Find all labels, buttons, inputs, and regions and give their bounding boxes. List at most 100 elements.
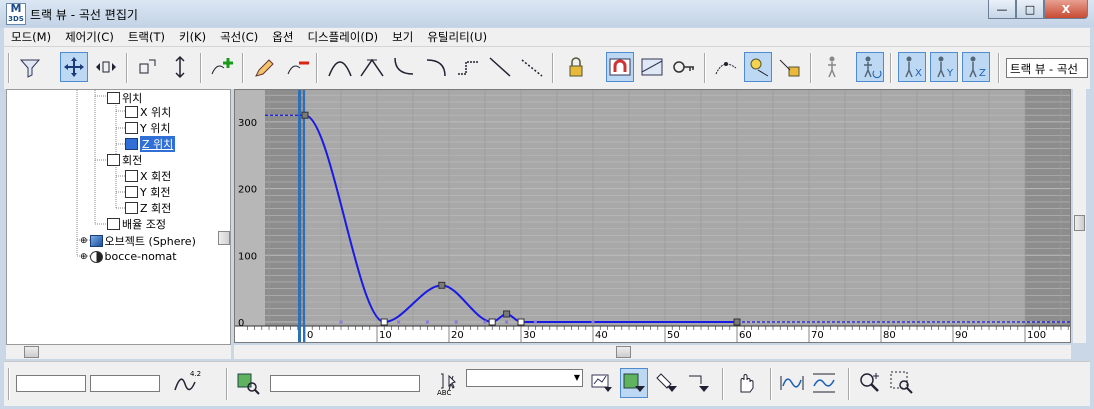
edit-track-set-button[interactable]: ABC: [434, 368, 462, 398]
tree-node-z-position[interactable]: Z 위치: [125, 135, 176, 152]
tree-node-rotation[interactable]: 회전: [107, 152, 142, 167]
tree-node-y-rotation[interactable]: Y 회전: [125, 184, 170, 199]
tree-vertical-scrollbar[interactable]: [218, 90, 230, 344]
tree-horizontal-scrollbar[interactable]: [6, 345, 231, 359]
title-bar[interactable]: M 3DS 트랙 뷰 - 곡선 편집기 — □ X: [0, 0, 1094, 27]
biped-move-button[interactable]: [820, 52, 848, 82]
pan-button[interactable]: [732, 368, 760, 398]
zoom-button[interactable]: [856, 368, 884, 398]
time-slider: [298, 90, 301, 342]
add-keys-button[interactable]: [208, 52, 236, 82]
app-icon[interactable]: M 3DS: [6, 3, 26, 25]
y-tick-label: 300: [238, 118, 257, 129]
tree-node-position[interactable]: 위치: [107, 90, 142, 105]
tree-node-scale[interactable]: 배율 조정: [107, 216, 166, 231]
curve-track-icon: [125, 137, 138, 150]
graph-horizontal-scrollbar[interactable]: [234, 345, 1071, 359]
track-view-name-field[interactable]: 트랙 뷰 - 곡선: [1006, 58, 1088, 78]
tree-node-z-rotation[interactable]: Z 회전: [125, 200, 171, 215]
key-stats-button[interactable]: 4.2: [172, 368, 201, 398]
tree-node-x-rotation[interactable]: X 회전: [125, 168, 171, 183]
maximize-button[interactable]: □: [1016, 0, 1044, 19]
menu-utilities[interactable]: 유틸리티(U): [420, 28, 494, 46]
frame-field[interactable]: [16, 375, 86, 392]
material-icon: [89, 250, 103, 263]
expand-plus-icon[interactable]: ⊕: [80, 236, 88, 246]
position-track-icon: [107, 91, 120, 104]
filter-animated-button[interactable]: [652, 368, 680, 398]
show-keyable-button[interactable]: [670, 52, 698, 82]
lock-handles-button[interactable]: [776, 52, 804, 82]
expand-plus-icon[interactable]: ⊕: [80, 252, 88, 262]
toolbar-separator: [998, 53, 1000, 83]
tree-node-material[interactable]: ⊕ bocce-nomat: [80, 249, 177, 264]
filter-selected-tracks-button[interactable]: [588, 368, 616, 398]
frame-horizontal-extents-button[interactable]: [778, 368, 806, 398]
graph-vertical-scrollbar[interactable]: [1073, 89, 1086, 343]
move-keys-button[interactable]: [60, 52, 88, 82]
zoom-region-button[interactable]: [888, 368, 916, 398]
show-tangents-button[interactable]: [712, 52, 740, 82]
value-field[interactable]: [90, 375, 160, 392]
filter-button[interactable]: [16, 52, 44, 82]
biped-z-button[interactable]: Z: [962, 52, 990, 82]
tangent-fast-button[interactable]: [390, 52, 418, 82]
filter-selected-objects-button[interactable]: [620, 368, 648, 398]
track-set-dropdown[interactable]: ▼: [466, 369, 583, 387]
window-title: 트랙 뷰 - 곡선 편집기: [30, 8, 138, 22]
tangent-slow-button[interactable]: [422, 52, 450, 82]
tangent-handle: [397, 320, 401, 324]
curve-graph-canvas[interactable]: 30020010000 10 20 30 40 50 60 70 80 90 100: [235, 90, 1071, 343]
tree-scroll-thumb[interactable]: [218, 231, 230, 245]
graph-hscroll-thumb[interactable]: [616, 346, 631, 358]
lock-selection-button[interactable]: [562, 52, 590, 82]
frame-value-extents-button[interactable]: [810, 368, 838, 398]
snap-frames-button[interactable]: [606, 52, 634, 82]
biped-y-button[interactable]: Y: [930, 52, 958, 82]
toolbar-separator: [770, 368, 772, 400]
menu-view[interactable]: 보기: [385, 28, 420, 46]
tangent-handle: [505, 320, 509, 324]
lock-tangents-button[interactable]: [744, 52, 772, 82]
scale-keys-button[interactable]: [134, 52, 162, 82]
menu-track[interactable]: 트랙(T): [121, 28, 172, 46]
menu-display[interactable]: 디스플레이(D): [300, 28, 385, 46]
draw-curves-button[interactable]: [252, 52, 280, 82]
biped-x-button[interactable]: X: [898, 52, 926, 82]
toolbar-separator: [552, 53, 554, 83]
x-tick-label: 80: [883, 330, 896, 341]
menu-options[interactable]: 옵션: [265, 28, 300, 46]
select-by-name-field[interactable]: [270, 375, 420, 392]
curve-key: [488, 318, 496, 326]
parameter-curve-button[interactable]: [638, 52, 666, 82]
curve-graph[interactable]: 300 200 100 0 0 10 20 30 40 50 60 70 80 90 100: [234, 89, 1071, 343]
menu-key[interactable]: 키(K): [172, 28, 213, 46]
toolbar-separator: [126, 53, 128, 83]
scale-values-button[interactable]: [166, 52, 194, 82]
parameter-curve-icon: [641, 58, 663, 76]
tangent-handle: [454, 320, 458, 324]
tangent-smooth-button[interactable]: [518, 52, 546, 82]
toolbar-separator: [890, 53, 892, 83]
graph-vscroll-thumb[interactable]: [1074, 215, 1085, 231]
menu-curve[interactable]: 곡선(C): [213, 28, 265, 46]
menu-controller[interactable]: 제어기(C): [58, 28, 121, 46]
minimize-button[interactable]: —: [988, 0, 1016, 19]
biped-rotate-button[interactable]: [856, 52, 884, 82]
menu-mode[interactable]: 모드(M): [4, 28, 58, 46]
tree-node-y-position[interactable]: Y 위치: [125, 120, 170, 135]
close-button[interactable]: X: [1044, 0, 1088, 19]
tangent-custom-button[interactable]: [358, 52, 386, 82]
tree-hscroll-thumb[interactable]: [24, 346, 39, 358]
toolbar-separator: [242, 53, 244, 83]
toolbar-separator: [8, 53, 10, 83]
tangent-step-button[interactable]: [454, 52, 482, 82]
tangent-linear-button[interactable]: [486, 52, 514, 82]
tangent-auto-button[interactable]: [326, 52, 354, 82]
zoom-selected-object-button[interactable]: [234, 368, 262, 398]
filter-unlocked-button[interactable]: [684, 368, 712, 398]
tree-node-object-sphere[interactable]: ⊕ 오브젝트 (Sphere): [80, 233, 196, 248]
reduce-keys-button[interactable]: [284, 52, 312, 82]
tree-node-x-position[interactable]: X 위치: [125, 104, 171, 119]
slide-keys-button[interactable]: [92, 52, 120, 82]
